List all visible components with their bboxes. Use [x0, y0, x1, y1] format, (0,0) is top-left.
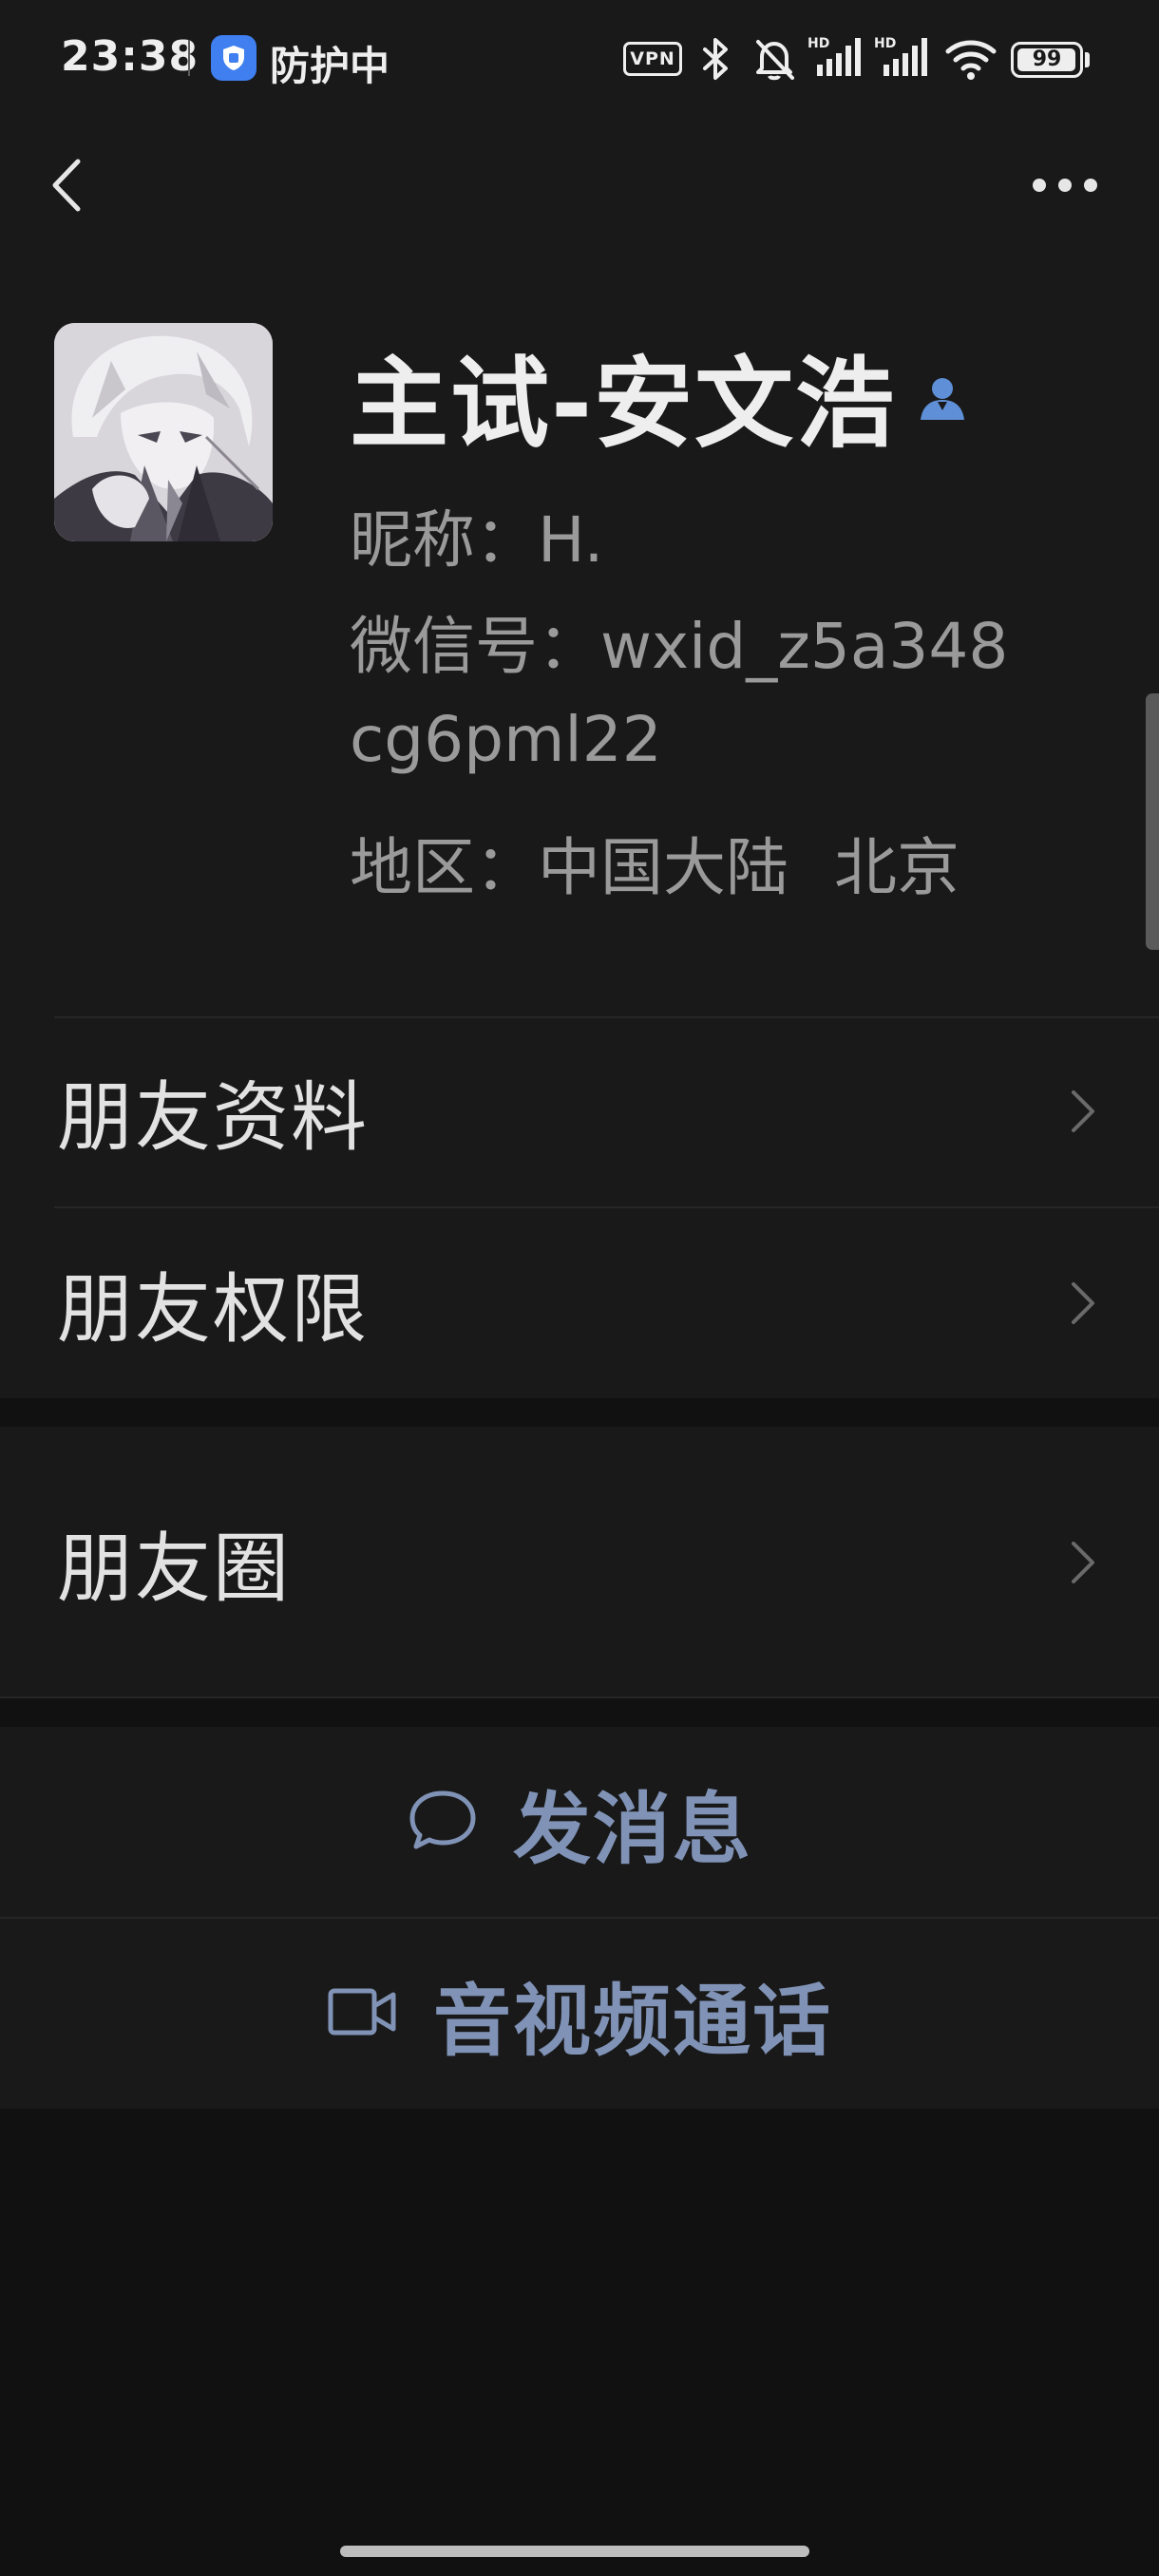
av-call-button[interactable]: 音视频通话: [0, 1919, 1159, 2109]
status-bar: 23:38 防护中 VPN HD HD 99: [0, 0, 1159, 119]
hd-signal-icon-2: HD: [874, 34, 933, 84]
status-time: 23:38: [61, 32, 200, 81]
contact-profile-screen: 23:38 防护中 VPN HD HD 99 主试-安文浩 昵称：H. 微信号：…: [0, 0, 1159, 2576]
chevron-right-icon: [1066, 1275, 1100, 1332]
vpn-badge: VPN: [623, 42, 682, 76]
chevron-right-icon: [1066, 1083, 1100, 1140]
back-button[interactable]: [38, 152, 104, 218]
video-camera-icon: [327, 1985, 399, 2042]
avatar[interactable]: [54, 323, 273, 541]
name-row: 主试-安文浩: [350, 342, 968, 462]
status-protect-label: 防护中: [270, 43, 390, 89]
svg-text:HD: HD: [808, 36, 829, 51]
hd-signal-icon: HD: [808, 34, 866, 84]
shield-app-icon: [211, 35, 256, 81]
row-friend-permissions[interactable]: 朋友权限: [0, 1208, 1159, 1398]
region-line: 地区：中国大陆 北京: [350, 817, 960, 908]
nickname-line: 昵称：H.: [350, 503, 604, 577]
scrollbar-thumb[interactable]: [1146, 693, 1159, 950]
moments-label: 朋友圈: [57, 1525, 291, 1613]
av-call-label: 音视频通话: [432, 1976, 832, 2067]
row-friend-info[interactable]: 朋友资料: [0, 1016, 1159, 1206]
moments-group: 朋友圈: [0, 1427, 1159, 1698]
friend-settings-group: 朋友资料 朋友权限: [0, 1016, 1159, 1398]
wechat-id-line-2: cg6pml22: [350, 703, 662, 776]
chevron-left-icon: [38, 159, 104, 222]
battery-icon: 99: [1011, 42, 1083, 78]
send-message-label: 发消息: [512, 1784, 752, 1875]
send-message-button[interactable]: 发消息: [0, 1727, 1159, 1917]
more-button[interactable]: [1022, 157, 1108, 214]
chevron-right-icon: [1066, 1534, 1100, 1591]
region-city: 北京: [834, 831, 960, 904]
home-indicator[interactable]: [340, 2546, 809, 2557]
more-dots-icon: [1022, 179, 1108, 218]
svg-text:HD: HD: [874, 36, 896, 51]
row-moments[interactable]: 朋友圈: [0, 1427, 1159, 1698]
nav-bar: [0, 119, 1159, 252]
region-label: 地区：中国大陆: [350, 831, 788, 904]
wechat-id-line-1: 微信号：wxid_z5a348: [350, 610, 1009, 683]
divider: [0, 1696, 1159, 1698]
chat-bubble-icon: [407, 1786, 479, 1858]
wifi-icon: [944, 36, 998, 85]
battery-nub: [1085, 52, 1090, 67]
friend-permissions-label: 朋友权限: [57, 1265, 369, 1354]
bell-muted-icon: [752, 36, 796, 85]
battery-level: 99: [1032, 47, 1062, 71]
profile-header: 主试-安文浩 昵称：H. 微信号：wxid_z5a348 cg6pml22 地区…: [0, 252, 1159, 1016]
contact-person-icon: [917, 372, 968, 424]
bluetooth-icon: [699, 36, 733, 85]
status-divider: [188, 40, 190, 76]
contact-name: 主试-安文浩: [350, 345, 897, 462]
friend-info-label: 朋友资料: [57, 1073, 369, 1162]
